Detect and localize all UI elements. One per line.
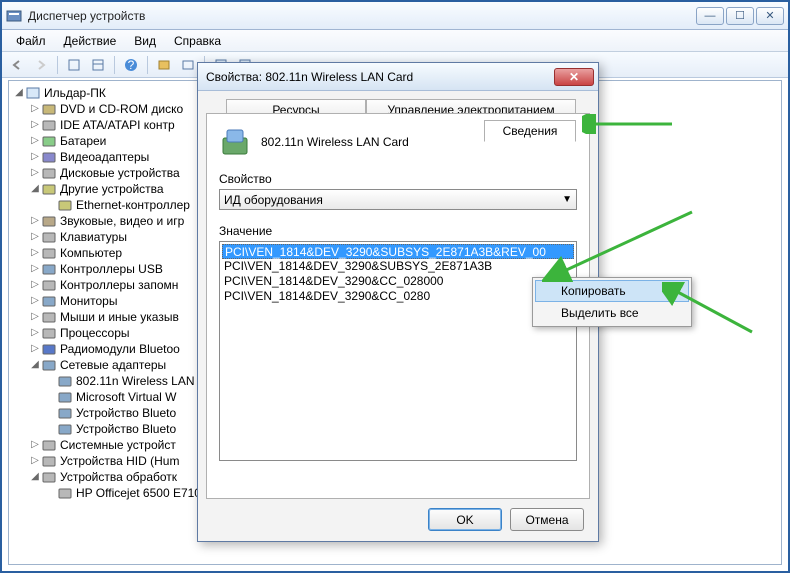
menubar: Файл Действие Вид Справка [2,30,788,52]
cancel-button[interactable]: Отмена [510,508,584,531]
ok-button[interactable]: OK [428,508,502,531]
dialog-title: Свойства: 802.11n Wireless LAN Card [206,70,554,84]
maximize-button[interactable]: ☐ [726,7,754,25]
back-button[interactable] [6,54,28,76]
ctx-select-all[interactable]: Выделить все [535,302,689,324]
dialog-close-button[interactable]: ✕ [554,68,594,86]
value-listbox[interactable]: PCI\VEN_1814&DEV_3290&SUBSYS_2E871A3B&RE… [219,241,577,461]
context-menu: Копировать Выделить все [532,277,692,327]
property-label: Свойство [219,172,577,186]
tb-icon[interactable] [177,54,199,76]
menu-action[interactable]: Действие [56,32,125,50]
menu-view[interactable]: Вид [126,32,164,50]
menu-help[interactable]: Справка [166,32,229,50]
app-icon [6,8,22,24]
tb-icon[interactable] [153,54,175,76]
chevron-down-icon: ▼ [562,194,572,205]
tb-icon[interactable] [63,54,85,76]
device-name: 802.11n Wireless LAN Card [261,135,409,149]
list-item[interactable]: PCI\VEN_1814&DEV_3290&SUBSYS_2E871A3B [222,259,574,274]
list-item[interactable]: PCI\VEN_1814&DEV_3290&CC_0280 [222,289,574,304]
property-dropdown[interactable]: ИД оборудования ▼ [219,189,577,210]
main-titlebar: Диспетчер устройств — ☐ ✕ [2,2,788,30]
window-title: Диспетчер устройств [28,9,696,23]
list-item[interactable]: PCI\VEN_1814&DEV_3290&CC_028000 [222,274,574,289]
value-label: Значение [219,224,577,238]
svg-text:?: ? [128,58,135,72]
device-icon [219,126,251,158]
dialog-titlebar[interactable]: Свойства: 802.11n Wireless LAN Card ✕ [198,63,598,91]
forward-button[interactable] [30,54,52,76]
menu-file[interactable]: Файл [8,32,54,50]
minimize-button[interactable]: — [696,7,724,25]
help-icon[interactable]: ? [120,54,142,76]
close-button[interactable]: ✕ [756,7,784,25]
tb-icon[interactable] [87,54,109,76]
tab-details[interactable]: Сведения [484,120,576,142]
ctx-copy[interactable]: Копировать [535,280,689,302]
list-item[interactable]: PCI\VEN_1814&DEV_3290&SUBSYS_2E871A3B&RE… [222,244,574,259]
